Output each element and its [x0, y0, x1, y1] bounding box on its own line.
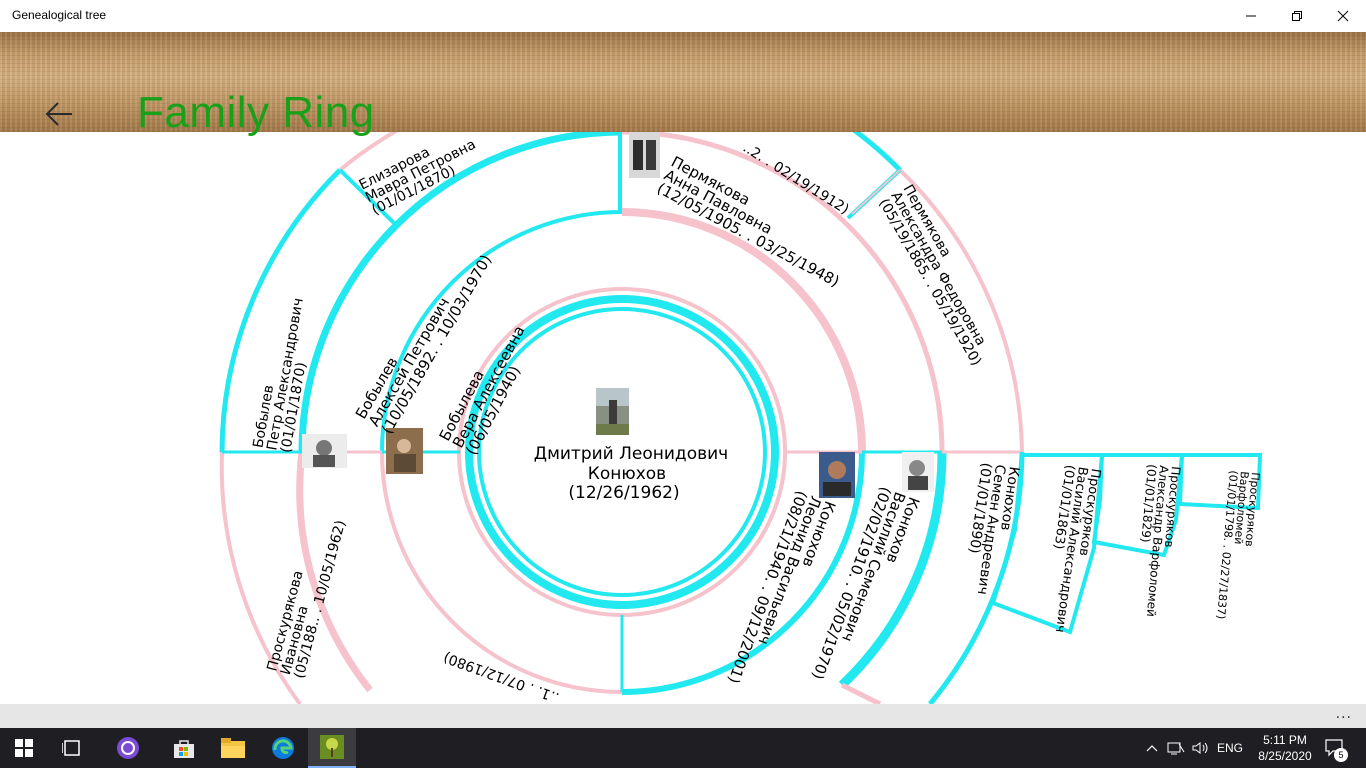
- clock[interactable]: 5:11 PM 8/25/2020: [1250, 732, 1320, 764]
- photo-bobylev-aleksey: [302, 434, 347, 468]
- person-permyakova-aleksandra[interactable]: Пермякова Александра Федоровна (05/19/18…: [875, 182, 1008, 369]
- photo-permyakova-anna: [629, 132, 660, 178]
- chevron-up-icon: [1146, 745, 1158, 752]
- action-center-button[interactable]: 5: [1320, 728, 1350, 768]
- start-button[interactable]: [0, 728, 48, 768]
- person-bottom-partial-1[interactable]: ..1. . 07/12/1980): [441, 649, 561, 704]
- page-title: Family Ring: [137, 88, 375, 137]
- edge-button[interactable]: [259, 728, 307, 768]
- clock-time: 5:11 PM: [1263, 733, 1307, 747]
- cortana-icon: [117, 737, 139, 759]
- svg-text:..1. . 07/12/1980): ..1. . 07/12/1980): [441, 649, 561, 704]
- notification-count-badge: 5: [1334, 748, 1348, 762]
- svg-text:..2. . 02/19/1912): ..2. . 02/19/1912): [740, 140, 852, 218]
- more-options-button[interactable]: ...: [1336, 706, 1352, 722]
- svg-text:(05/188.. . 10/05/1962): (05/188.. . 10/05/1962): [291, 519, 349, 681]
- person-proskuryakova-ivanovna[interactable]: Проскурякова Ивановна (05/188.. . 10/05/…: [264, 511, 349, 681]
- show-hidden-icons-button[interactable]: [1143, 728, 1161, 768]
- windows-taskbar: ENG 5:11 PM 8/25/2020 5: [0, 728, 1366, 768]
- maximize-button[interactable]: [1274, 0, 1320, 32]
- task-view-button[interactable]: [48, 728, 96, 768]
- family-ring-svg[interactable]: Дмитрий Леонидович Конюхов (12/26/1962): [0, 132, 1366, 704]
- photo-konyuhov-leonid: [819, 452, 855, 498]
- store-icon: [174, 740, 194, 758]
- photo-konyuhov-vasiliy: [902, 452, 934, 492]
- input-language[interactable]: ENG: [1214, 728, 1246, 768]
- file-explorer-button[interactable]: [209, 728, 257, 768]
- genealogy-app-button[interactable]: [308, 728, 356, 768]
- back-arrow-icon: [45, 102, 72, 126]
- store-button[interactable]: [160, 728, 208, 768]
- back-button[interactable]: [44, 98, 76, 130]
- windows-start-icon: [15, 739, 33, 757]
- task-view-icon: [62, 740, 80, 756]
- app-command-bar: ...: [0, 704, 1366, 728]
- restore-icon: [1292, 11, 1302, 21]
- center-name: Дмитрий Леонидович: [534, 444, 728, 464]
- minimize-icon: [1246, 15, 1256, 17]
- center-surname: Конюхов: [588, 464, 666, 484]
- network-icon: [1167, 742, 1185, 755]
- close-button[interactable]: [1320, 0, 1366, 32]
- clock-date: 8/25/2020: [1258, 749, 1312, 763]
- genealogy-app-icon: [320, 735, 344, 759]
- file-explorer-icon: [221, 738, 245, 758]
- window-titlebar: Genealogical tree: [0, 0, 1366, 32]
- window-title: Genealogical tree: [12, 8, 107, 22]
- volume-icon: [1192, 742, 1208, 754]
- cortana-button[interactable]: [104, 728, 152, 768]
- center-dates: (12/26/1962): [568, 483, 679, 503]
- edge-icon: [272, 737, 294, 759]
- person-proskuryakov-aleksandr[interactable]: Проскуряков Александр Варфоломей (01/01/…: [1132, 464, 1183, 619]
- center-photo: [596, 388, 629, 435]
- svg-text:(01/01/1798. . 02/27/1837): (01/01/1798. . 02/27/1837): [1214, 470, 1240, 620]
- person-proskuryakov-varfolomey[interactable]: Проскуряков Варфоломей (01/01/1798. . 02…: [1214, 470, 1262, 622]
- svg-text:(08/21/1940. . 09/12/2001): (08/21/1940. . 09/12/2001): [724, 488, 811, 686]
- close-icon: [1337, 10, 1349, 22]
- family-ring-canvas[interactable]: Дмитрий Леонидович Конюхов (12/26/1962): [0, 132, 1366, 704]
- person-top-partial[interactable]: ..2. . 02/19/1912): [740, 140, 852, 218]
- network-button[interactable]: [1165, 728, 1187, 768]
- volume-button[interactable]: [1190, 728, 1212, 768]
- minimize-button[interactable]: [1228, 0, 1274, 32]
- person-konyuhov-semen[interactable]: Конюхов Семен Андреевич (01/01/1890): [960, 462, 1022, 598]
- app-header: Family Ring: [0, 32, 1366, 137]
